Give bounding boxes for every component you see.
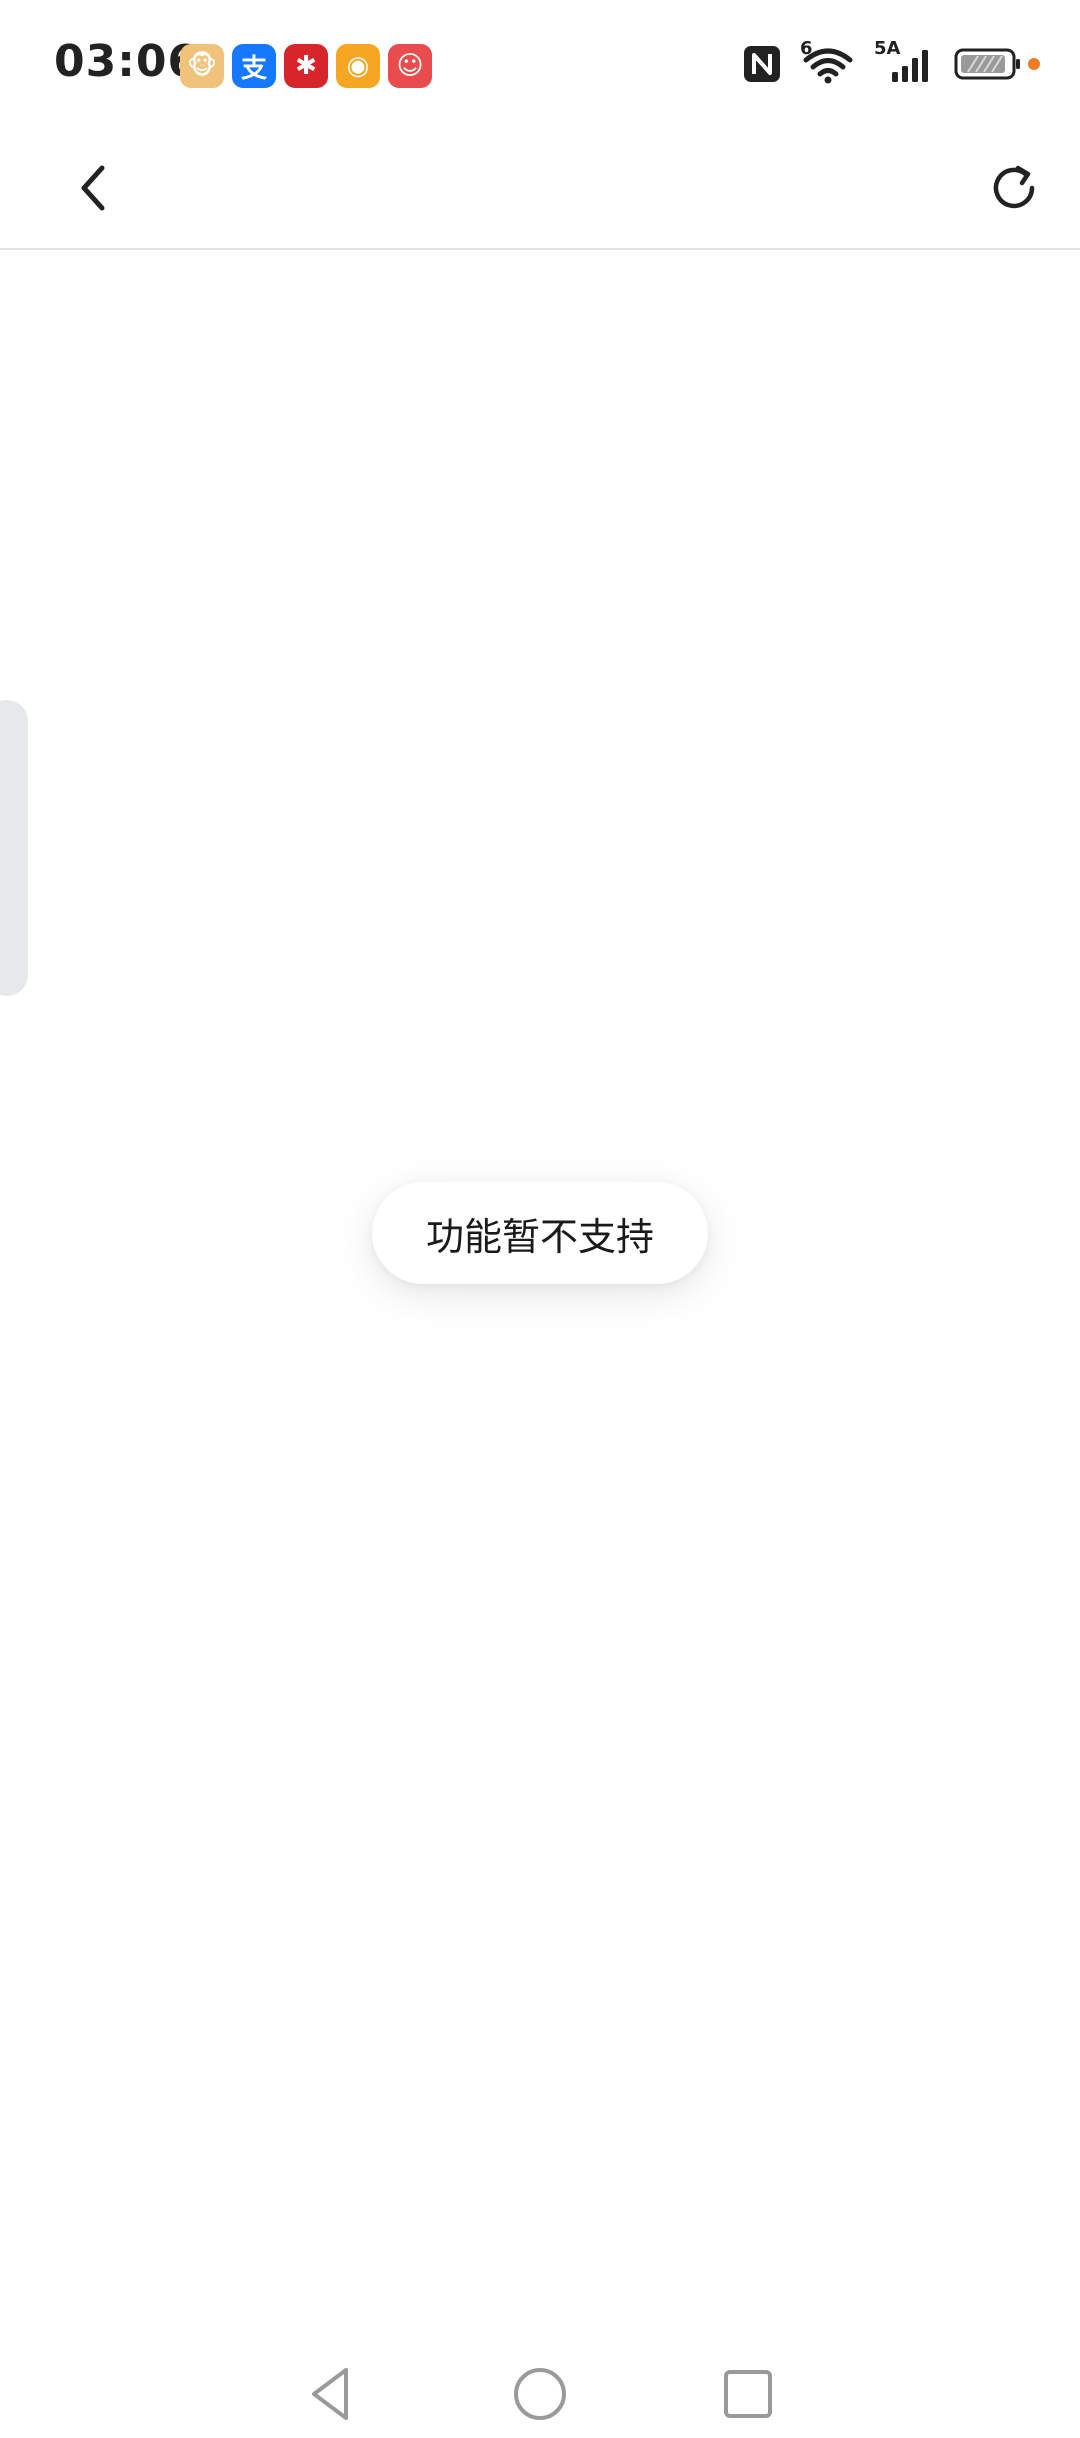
cartoon-app-icon: 🐵 — [180, 44, 224, 88]
square-recents-icon — [724, 2370, 772, 2418]
cellular-indicator: 5A — [874, 38, 936, 84]
nfc-icon — [744, 46, 780, 82]
nav-recents-button[interactable] — [716, 2362, 780, 2426]
refresh-icon — [993, 165, 1035, 209]
status-bar: 03:06 🐵 支 ✱ ◉ ☺ 6 5A — [0, 0, 1080, 130]
toast: 功能暂不支持 — [372, 1182, 708, 1284]
game-app-icon: ☺ — [388, 44, 432, 88]
nav-home-button[interactable] — [508, 2362, 572, 2426]
system-status-icons: 6 5A — [742, 38, 1040, 84]
network-label: 5A — [874, 38, 901, 59]
navigation-bar — [0, 2340, 1080, 2438]
wifi-label: 6 — [800, 38, 813, 59]
battery-icon — [954, 48, 1020, 80]
edge-panel-handle[interactable] — [0, 700, 28, 996]
wifi-indicator: 6 — [800, 38, 856, 84]
recording-dot — [1028, 58, 1040, 70]
weibo-icon: ◉ — [336, 44, 380, 88]
red-app-icon: ✱ — [284, 44, 328, 88]
toast-message: 功能暂不支持 — [425, 1214, 654, 1259]
chevron-left-icon — [81, 165, 105, 211]
top-app-bar — [0, 130, 1080, 250]
circle-home-icon — [514, 2368, 566, 2420]
nav-back-button[interactable] — [298, 2362, 362, 2426]
refresh-button[interactable] — [978, 152, 1050, 224]
screen: 03:06 🐵 支 ✱ ◉ ☺ 6 5A 功能暂不支持 — [0, 0, 1080, 2438]
triangle-back-icon — [312, 2368, 348, 2420]
status-time: 03:06 — [54, 36, 200, 87]
notification-icons: 🐵 支 ✱ ◉ ☺ — [180, 44, 432, 88]
back-button[interactable] — [58, 152, 130, 224]
alipay-icon: 支 — [232, 44, 276, 88]
